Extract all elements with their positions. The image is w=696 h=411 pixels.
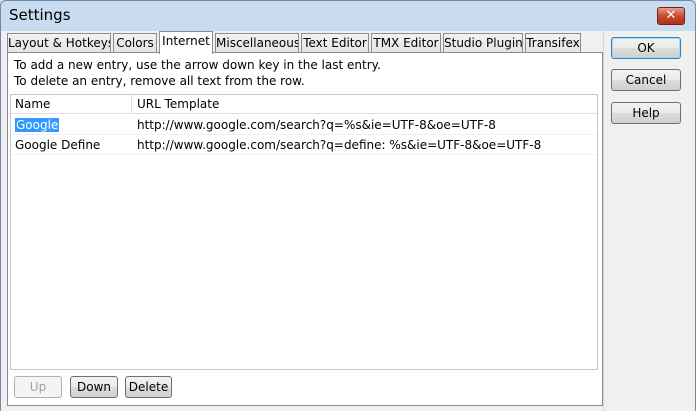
- dialog-client-area: Layout & Hotkeys Colors Internet Miscell…: [1, 31, 695, 411]
- cancel-button-label: Cancel: [625, 73, 667, 87]
- help-button[interactable]: Help: [611, 102, 681, 124]
- window-title: Settings: [9, 6, 71, 24]
- ok-button-label: OK: [637, 41, 655, 55]
- column-divider[interactable]: [131, 95, 132, 114]
- tab-studio-plugin[interactable]: Studio Plugin: [443, 33, 523, 53]
- close-icon: ✕: [665, 8, 677, 23]
- tab-text-editor[interactable]: Text Editor: [301, 33, 369, 53]
- table-row[interactable]: Google http://www.google.com/search?q=%s…: [11, 115, 597, 135]
- cell-name[interactable]: Google Define: [15, 138, 100, 152]
- down-button-label: Down: [76, 380, 111, 394]
- up-button[interactable]: Up: [14, 376, 62, 398]
- tab-transifex[interactable]: Transifex: [525, 33, 581, 53]
- delete-button[interactable]: Delete: [125, 376, 172, 398]
- ok-button[interactable]: OK: [611, 37, 681, 59]
- vertical-divider: [603, 31, 604, 411]
- column-header-url[interactable]: URL Template: [137, 97, 219, 111]
- title-bar[interactable]: Settings ✕: [1, 1, 695, 31]
- cell-name[interactable]: Google: [15, 118, 60, 132]
- settings-window: Settings ✕ Layout & Hotkeys Colors Inter…: [0, 0, 696, 411]
- selected-cell-text: Google: [15, 118, 60, 132]
- tab-tmx-editor[interactable]: TMX Editor: [371, 33, 441, 53]
- cell-url[interactable]: http://www.google.com/search?q=define: %…: [137, 138, 541, 152]
- down-button[interactable]: Down: [70, 376, 118, 398]
- cell-url[interactable]: http://www.google.com/search?q=%s&ie=UTF…: [137, 118, 496, 132]
- tab-internet[interactable]: Internet: [159, 31, 213, 54]
- table-row[interactable]: Google Define http://www.google.com/sear…: [11, 135, 597, 155]
- close-button[interactable]: ✕: [657, 7, 685, 25]
- table-header: Name URL Template: [11, 95, 597, 114]
- tab-colors[interactable]: Colors: [113, 33, 157, 53]
- internet-tab-panel: To add a new entry, use the arrow down k…: [7, 52, 603, 406]
- up-button-label: Up: [29, 380, 47, 394]
- help-button-label: Help: [632, 106, 660, 120]
- cancel-button[interactable]: Cancel: [611, 69, 681, 91]
- delete-button-label: Delete: [128, 380, 169, 394]
- info-text-delete: To delete an entry, remove all text from…: [14, 74, 305, 88]
- url-template-table[interactable]: Name URL Template Google http://www.goog…: [10, 94, 598, 370]
- info-text-add: To add a new entry, use the arrow down k…: [14, 58, 381, 72]
- tab-miscellaneous[interactable]: Miscellaneous: [215, 33, 299, 53]
- tab-layout-hotkeys[interactable]: Layout & Hotkeys: [7, 33, 111, 53]
- column-header-name[interactable]: Name: [15, 97, 50, 111]
